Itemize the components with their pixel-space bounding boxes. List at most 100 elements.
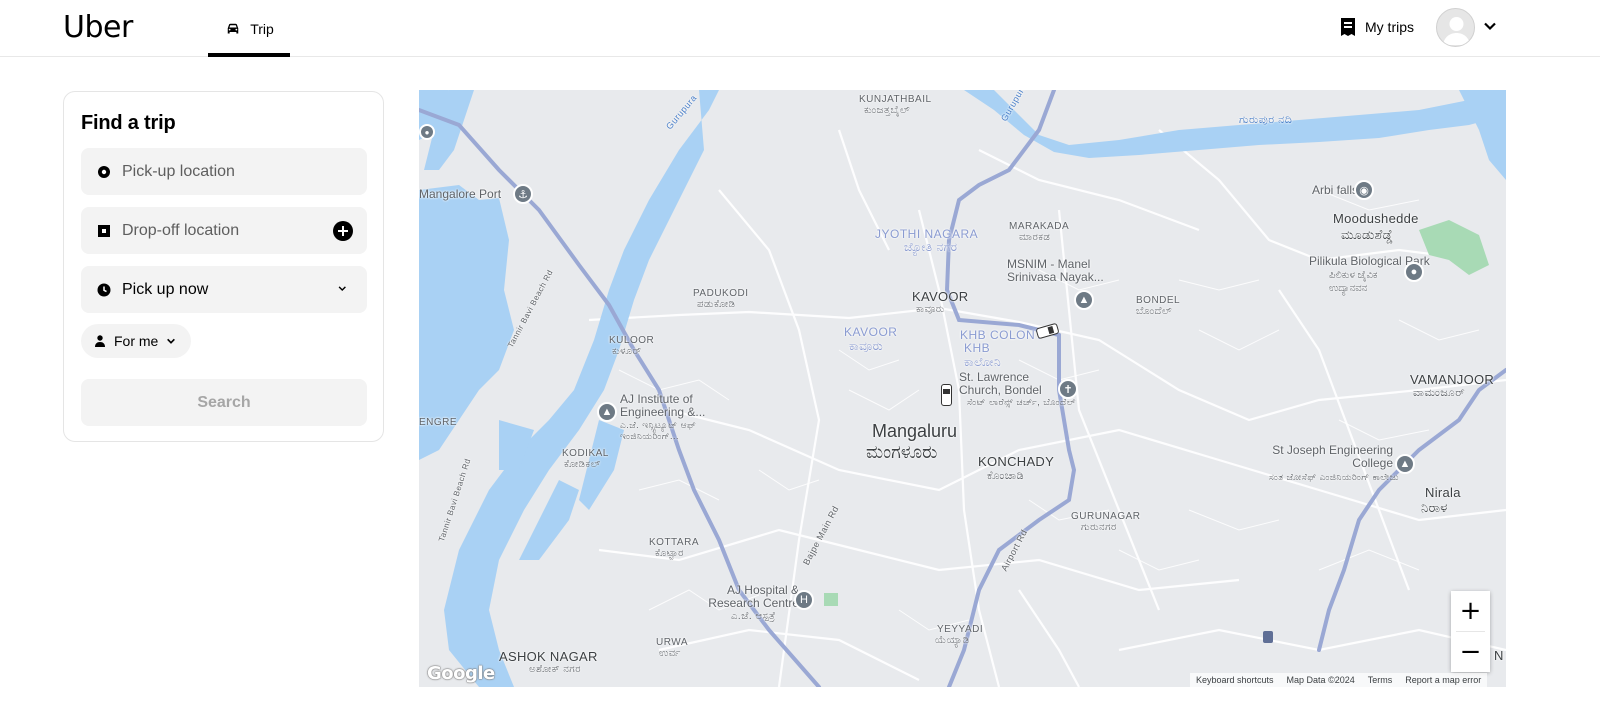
map-label-kavoor: KAVOOR <box>912 289 969 304</box>
pickup-time-select[interactable]: Pick up now <box>81 266 367 313</box>
map-label-konchady-kn: ಕೊಂಚಾಡಿ <box>987 470 1025 482</box>
port-pin-icon[interactable]: ⚓ <box>513 184 533 204</box>
map-label-arbi-falls: Arbi falls <box>1312 183 1359 197</box>
pickup-time-value: Pick up now <box>122 280 209 298</box>
place-pin-icon[interactable]: ● <box>419 124 435 140</box>
map-label-yeyyadi: YEYYADI <box>937 624 984 635</box>
map-label-ashok-nagar: ASHOK NAGAR <box>499 649 598 664</box>
map-label-konchady: KONCHADY <box>978 454 1055 469</box>
map-label-mangalore-port: Mangalore Port <box>419 187 502 201</box>
paw-pin-icon[interactable]: ● <box>1404 262 1424 282</box>
school-pin-icon[interactable]: ▲ <box>1074 290 1094 310</box>
terms-link[interactable]: Terms <box>1368 675 1393 687</box>
map-label-kottara: KOTTARA <box>649 537 699 548</box>
map-label-jyothi-nagara: JYOTHI NAGARA <box>875 227 979 241</box>
map-label-aj-institute: AJ Institute of Engineering &... <box>620 392 706 419</box>
map-label-bondel-kn: ಬೊಂದೆಲ್ <box>1136 306 1173 317</box>
zoom-controls: + − <box>1451 591 1490 672</box>
map-label-kottara-kn: ಕೊಟ್ಟಾರ <box>655 548 684 559</box>
map-label-aj-hospital: AJ Hospital & Research Centre <box>708 583 799 610</box>
map-label-urwa: URWA <box>656 637 688 648</box>
uber-logo[interactable]: Uber <box>63 10 133 45</box>
top-nav: Uber Trip My trips <box>0 0 1600 57</box>
map-label-jyothi-nagara-kn: ಜ್ಯೋತಿ ನಗರ <box>904 240 958 254</box>
map-label-kunjathbail: KUNJATHBAIL <box>859 94 932 105</box>
receipt-icon <box>1341 18 1355 36</box>
map-label-st-joseph: St Joseph Engineering College <box>1272 443 1393 470</box>
map-label-gurunagar-kn: ಗುರುನಗರ <box>1081 522 1117 533</box>
map-label-yeyyadi-kn: ಯೆಯ್ಯಾಡಿ <box>935 635 970 646</box>
map-label-padukodi: PADUKODI <box>693 288 749 299</box>
add-stop-icon[interactable] <box>333 221 353 241</box>
map-label-khb-colony-kn: KHB ಕಾಲೋನಿ <box>964 341 1002 369</box>
map-label-kuloor-kn: ಕುಳೂರ್ <box>612 346 642 357</box>
pickup-input[interactable]: Pick-up location <box>81 148 367 195</box>
map-label-kavoor-blue: KAVOOR <box>844 325 898 339</box>
map-label-aj-hospital-kn: ಎ.ಜೆ. ಆಸ್ಪತ್ರೆ <box>731 611 776 622</box>
my-trips-label: My trips <box>1365 19 1414 35</box>
map-label-engre: ENGRE <box>419 417 458 428</box>
map-label-kuloor: KULOOR <box>609 335 655 346</box>
user-avatar-icon <box>1443 17 1470 45</box>
hospital-pin-icon[interactable]: H <box>794 590 814 610</box>
tab-trip-label: Trip <box>250 20 274 37</box>
map-label-st-joseph-kn: ಸಂತ ಜೋಸೆಫ್ ಎಂಜಿನಿಯರಿಂಗ್ ಕಾಲೇಜು <box>1269 472 1400 482</box>
map-label-moodushedde-kn: ಮೂಡುಶೆಡ್ಡೆ <box>1341 227 1394 242</box>
card-title: Find a trip <box>81 112 176 134</box>
map-label-gurupura-river-kn: ಗುರುಪುರ ನದಿ <box>1239 114 1293 126</box>
zoom-out-button[interactable]: − <box>1451 632 1490 672</box>
map-label-vamanjoor-kn: ವಾಮಂಜೂರ್ <box>1413 387 1466 399</box>
map-label-ashok-nagar-kn: ಅಶೋಕ್ ನಗರ <box>529 664 582 675</box>
map-label-pilikula-kn: ಪಿಲಿಕುಳ ಜೈವಿಕ ಉದ್ಯಾನವನ <box>1329 270 1378 294</box>
car-marker-icon <box>941 384 952 406</box>
map-label-kunjathbail-kn: ಕುಂಜತ್ತಬೈಲ್ <box>864 105 911 116</box>
map-label-st-lawrence: St. Lawrence Church, Bondel <box>959 370 1042 397</box>
person-icon <box>95 335 105 347</box>
map-label-khb-colony: KHB COLONY <box>960 328 1044 342</box>
school-pin-icon[interactable]: ▲ <box>597 402 617 422</box>
map-label-kodikal: KODIKAL <box>562 448 609 459</box>
map-label-marakada-kn: ಮಾರಕಡ <box>1019 232 1051 243</box>
map-label-padukodi-kn: ಪಡುಕೋಡಿ <box>697 299 736 310</box>
find-trip-card: Find a trip Pick-up location Drop-off lo… <box>63 91 384 442</box>
map-label-edge-n: N <box>1494 648 1504 663</box>
church-pin-icon[interactable]: ✝ <box>1058 379 1078 399</box>
school-pin-icon[interactable]: ▲ <box>1395 454 1415 474</box>
map-label-kavoor-blue-kn: ಕಾವೂರು <box>849 339 884 353</box>
map-label-mangaluru: Mangaluru <box>872 421 958 441</box>
map-label-msnim: MSNIM - Manel Srinivasa Nayak... <box>1007 257 1104 284</box>
pickup-dot-icon <box>98 165 110 178</box>
keyboard-shortcuts-link[interactable]: Keyboard shortcuts <box>1196 675 1274 687</box>
zoom-in-button[interactable]: + <box>1451 591 1490 631</box>
search-button[interactable]: Search <box>81 379 367 426</box>
report-error-link[interactable]: Report a map error <box>1405 675 1481 687</box>
camera-pin-icon[interactable]: ◉ <box>1354 180 1374 200</box>
map-canvas[interactable]: KUNJATHBAIL ಕುಂಜತ್ತಬೈಲ್ ಗುರುಪುರ ನದಿ Mang… <box>419 90 1506 687</box>
map-label-urwa-kn: ಉರ್ವ <box>659 648 681 659</box>
map-label-nirala-kn: ನಿರಾಳ <box>1421 500 1448 515</box>
car-icon <box>227 23 239 33</box>
pickup-placeholder: Pick-up location <box>122 162 235 180</box>
avatar[interactable] <box>1436 8 1475 47</box>
map-label-gurunagar: GURUNAGAR <box>1071 511 1141 522</box>
dropoff-square-icon <box>98 224 110 237</box>
map-label-kodikal-kn: ಕೋಡಿಕಲ್ <box>564 459 601 470</box>
dropoff-input[interactable]: Drop-off location <box>81 207 367 254</box>
clock-icon <box>97 283 111 296</box>
map-label-moodushedde: Moodushedde <box>1333 211 1419 226</box>
chevron-down-icon <box>338 286 346 291</box>
train-station-icon <box>1263 631 1273 643</box>
map-label-aj-institute-kn: ಎ.ಜೆ. ಇನ್ಸ್ಟಿಟ್ಯೂಟ್ ಆಫ್ ಇಂಜಿನಿಯರಿಂಗ್... <box>620 420 697 441</box>
map-label-bondel: BONDEL <box>1136 295 1181 306</box>
map-label-st-lawrence-kn: ಸೆಂಟ್ ಲಾರೆನ್ಸ್ ಚರ್ಚ್, ಬೊಂದೆಲ್ <box>967 397 1076 407</box>
map-label-vamanjoor: VAMANJOOR <box>1410 372 1495 387</box>
chevron-down-icon[interactable] <box>1483 19 1497 33</box>
my-trips-link[interactable]: My trips <box>1340 18 1414 36</box>
map-label-mangaluru-kn: ಮಂಗಳೂರು <box>866 442 938 462</box>
rider-label: For me <box>114 333 159 349</box>
map-label-kavoor-kn: ಕಾವೂರು <box>916 304 945 315</box>
map-label-nirala: Nirala <box>1425 485 1461 500</box>
google-logo[interactable]: Google <box>427 663 495 684</box>
rider-selector[interactable]: For me <box>81 324 191 358</box>
tab-trip[interactable]: Trip <box>208 0 290 57</box>
